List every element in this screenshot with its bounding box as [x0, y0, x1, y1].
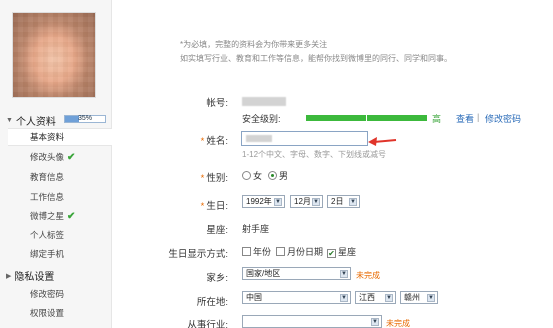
- security-bar-1: [306, 115, 366, 121]
- dropdown-arrow-icon: ▼: [385, 294, 393, 302]
- sidebar-item-label: 修改头像: [30, 152, 65, 162]
- avatar[interactable]: [12, 12, 96, 98]
- name-value-blurred: [246, 135, 272, 142]
- gender-male-option[interactable]: 男: [268, 169, 288, 182]
- view-link[interactable]: 查看: [456, 112, 474, 125]
- hometown-label: 家乡:: [206, 273, 228, 284]
- account-label: 帐号:: [206, 98, 228, 109]
- display-year-option[interactable]: 年份: [242, 245, 271, 258]
- sidebar-item-bind-phone[interactable]: 绑定手机: [8, 245, 112, 263]
- birthday-display-label: 生日显示方式:: [168, 249, 228, 260]
- red-arrow-annotation-icon: [368, 137, 397, 146]
- dropdown-arrow-icon: ▼: [312, 198, 320, 206]
- sidebar-item-label: 修改密码: [30, 289, 65, 299]
- location-city-select[interactable]: 赣州 ▼: [400, 291, 438, 304]
- checkbox-checked-icon[interactable]: ✔: [327, 249, 336, 258]
- sidebar-item-tags[interactable]: 个人标签: [8, 226, 112, 244]
- sidebar-item-change-password[interactable]: 修改密码: [8, 285, 112, 303]
- profile-section-header[interactable]: ▼ 个人资料: [6, 113, 56, 128]
- link-separator: |: [477, 112, 480, 122]
- sidebar-item-basic-info[interactable]: 基本资料: [8, 128, 112, 146]
- sidebar: ▼ 个人资料 35% 基本资料 修改头像 ✔ 教育信息 工作信息 微博之星 ✔ …: [0, 0, 112, 328]
- location-country-select[interactable]: 中国 ▼: [242, 291, 351, 304]
- security-label: 安全级别:: [242, 114, 281, 124]
- sidebar-item-education[interactable]: 教育信息: [8, 168, 112, 186]
- privacy-section-header[interactable]: ▶ 隐私设置: [6, 268, 54, 283]
- hometown-status: 未完成: [356, 271, 380, 280]
- radio-icon[interactable]: [242, 171, 251, 180]
- zodiac-label: 星座:: [206, 225, 228, 236]
- display-month-day-option[interactable]: 月份日期: [276, 245, 323, 258]
- sidebar-item-label: 权限设置: [30, 308, 65, 318]
- change-password-link[interactable]: 修改密码: [485, 112, 521, 125]
- industry-select[interactable]: ▼: [242, 315, 382, 328]
- location-province-select[interactable]: 江西 ▼: [355, 291, 396, 304]
- sidebar-item-label: 绑定手机: [30, 249, 65, 259]
- zodiac-value: 射手座: [242, 224, 270, 234]
- dropdown-arrow-icon: ▼: [427, 294, 435, 302]
- name-hint: 1-12个中文、字母、数字、下划线或减号: [242, 150, 387, 159]
- account-value-blurred: [242, 97, 286, 106]
- progress-percent: 35%: [77, 115, 92, 122]
- birth-day-select[interactable]: 2日 ▼: [327, 195, 360, 208]
- checkmark-icon: ✔: [67, 210, 76, 222]
- birth-year-select[interactable]: 1992年 ▼: [242, 195, 285, 208]
- industry-status: 未完成: [386, 319, 410, 328]
- dropdown-arrow-icon: ▼: [340, 294, 348, 302]
- security-level: 高: [432, 114, 442, 124]
- notice-line-tip: 如实填写行业、教育和工作等信息，能帮你找到微博里的同行、同学和同事。: [180, 54, 452, 63]
- dropdown-arrow-icon: ▼: [274, 198, 282, 206]
- name-label: * 姓名:: [200, 136, 228, 147]
- sidebar-item-permissions[interactable]: 权限设置: [8, 304, 112, 322]
- profile-section-label: 个人资料: [15, 117, 56, 128]
- security-bar-2: [367, 115, 427, 121]
- sidebar-item-label: 个人标签: [30, 230, 65, 240]
- sidebar-item-work[interactable]: 工作信息: [8, 188, 112, 206]
- notice-line-required: *为必填，完整的资料会为你带来更多关注: [180, 40, 328, 49]
- radio-selected-icon[interactable]: [268, 171, 277, 180]
- chevron-right-icon: ▶: [6, 272, 12, 280]
- gender-label: * 性别:: [200, 173, 228, 184]
- sidebar-item-change-avatar[interactable]: 修改头像 ✔: [8, 148, 112, 166]
- birthday-label: * 生日:: [200, 201, 228, 212]
- hometown-select[interactable]: 国家/地区 ▼: [242, 267, 351, 280]
- checkbox-icon[interactable]: [276, 247, 285, 256]
- chevron-down-icon: ▼: [6, 117, 13, 124]
- sidebar-item-label: 基本资料: [30, 132, 65, 142]
- dropdown-arrow-icon: ▼: [349, 198, 357, 206]
- sidebar-item-label: 教育信息: [30, 172, 65, 182]
- display-zodiac-option[interactable]: ✔ 星座: [327, 245, 356, 258]
- checkmark-icon: ✔: [67, 151, 76, 163]
- sidebar-item-label: 工作信息: [30, 192, 65, 202]
- name-input[interactable]: [241, 131, 368, 146]
- privacy-section-label: 隐私设置: [14, 272, 55, 283]
- dropdown-arrow-icon: ▼: [371, 318, 379, 326]
- checkbox-icon[interactable]: [242, 247, 251, 256]
- birth-month-select[interactable]: 12月 ▼: [290, 195, 323, 208]
- gender-female-option[interactable]: 女: [242, 169, 262, 182]
- location-label: 所在地:: [196, 297, 228, 308]
- industry-label: 从事行业:: [187, 320, 228, 328]
- profile-progress-bar: 35%: [64, 115, 106, 123]
- notice-box: *为必填，完整的资料会为你带来更多关注 如实填写行业、教育和工作等信息，能帮你找…: [180, 38, 480, 66]
- sidebar-item-label: 微博之星: [30, 211, 65, 221]
- sidebar-item-weibo-star[interactable]: 微博之星 ✔: [8, 207, 112, 225]
- dropdown-arrow-icon: ▼: [340, 270, 348, 278]
